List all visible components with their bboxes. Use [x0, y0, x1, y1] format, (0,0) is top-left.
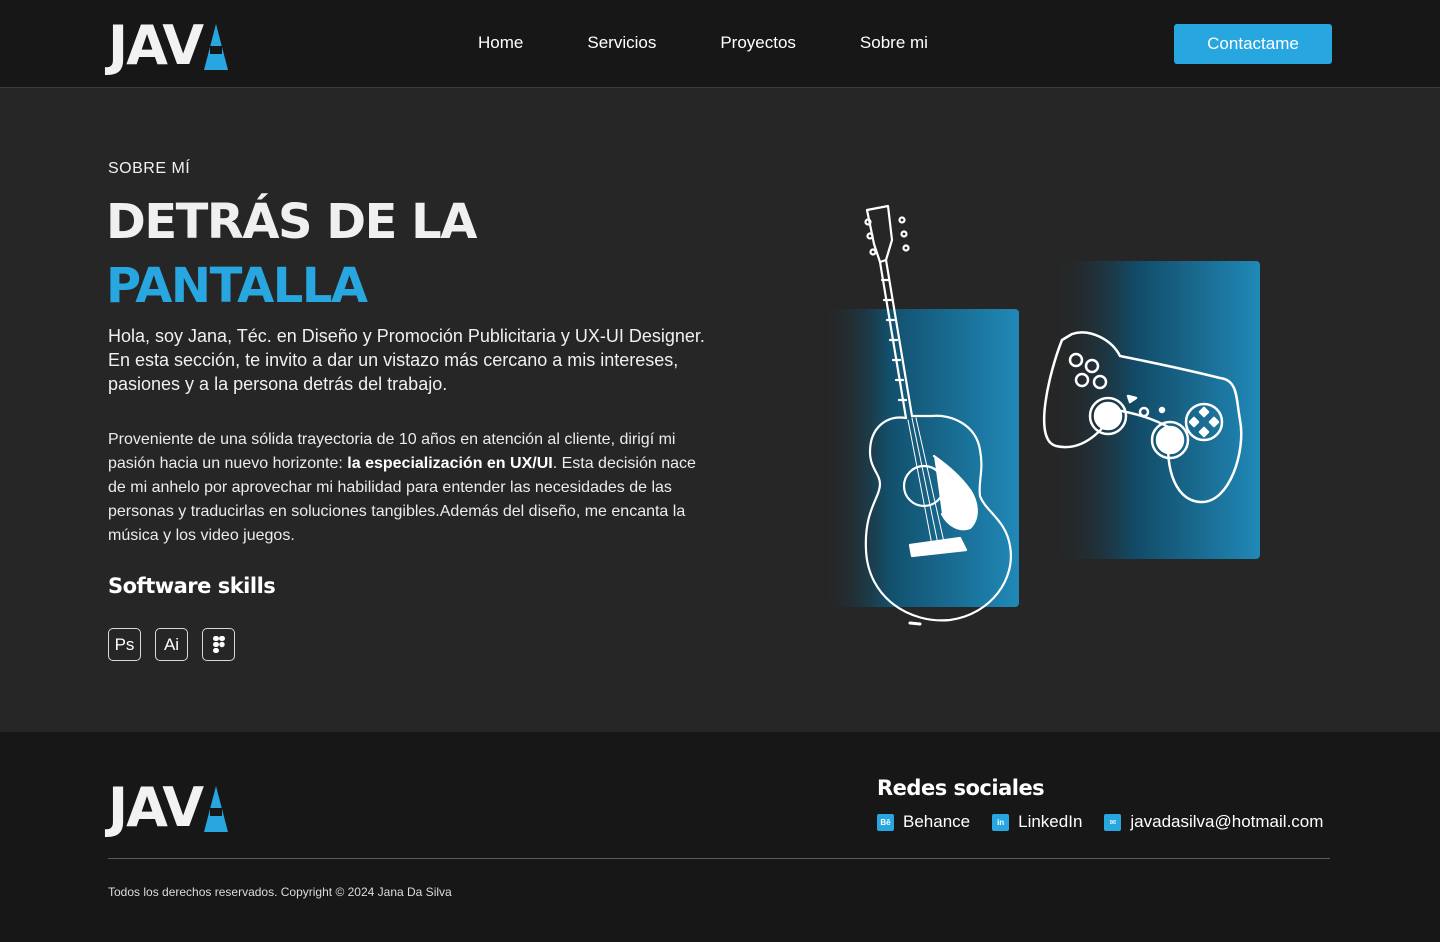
nav-item-servicios[interactable]: Servicios — [587, 33, 656, 53]
skills-title: Software skills — [108, 574, 276, 598]
social-link-linkedin[interactable]: in LinkedIn — [992, 812, 1082, 832]
photoshop-icon: Ps — [108, 628, 141, 661]
illustrator-icon: Ai — [155, 628, 188, 661]
footer-logo[interactable]: JAV — [108, 776, 229, 839]
linkedin-icon: in — [992, 813, 1010, 831]
nav-item-sobre-mi[interactable]: Sobre mi — [860, 33, 928, 53]
social-links: Bē Behance in LinkedIn ✉ javadasilva@hot… — [877, 812, 1323, 832]
social-label-behance: Behance — [903, 812, 971, 831]
social-link-behance[interactable]: Bē Behance — [877, 812, 970, 832]
contact-button[interactable]: Contactame — [1174, 24, 1332, 64]
nav-item-proyectos[interactable]: Proyectos — [720, 33, 796, 53]
site-header: JAV Home Servicios Proyectos Sobre mi Co… — [0, 0, 1440, 88]
main-nav: Home Servicios Proyectos Sobre mi — [478, 33, 928, 53]
social-label-email: javadasilva@hotmail.com — [1130, 812, 1324, 831]
logo-text: JAV — [108, 14, 204, 77]
skills-list: Ps Ai — [108, 628, 235, 661]
behance-icon: Bē — [877, 813, 894, 831]
hobbies-illustration — [820, 200, 1280, 630]
figma-icon — [202, 628, 235, 661]
page-title-line2: PANTALLA — [106, 258, 368, 314]
social-link-email[interactable]: ✉ javadasilva@hotmail.com — [1104, 812, 1323, 832]
social-title: Redes sociales — [877, 776, 1045, 800]
copyright-text: Todos los derechos reservados. Copyright… — [108, 885, 452, 899]
body-paragraph: Proveniente de una sólida trayectoria de… — [108, 428, 708, 548]
footer-divider — [108, 858, 1330, 859]
site-footer: JAV Redes sociales Bē Behance in LinkedI… — [0, 732, 1440, 942]
section-eyebrow: SOBRE MÍ — [108, 160, 191, 177]
logo-triangle-icon — [204, 24, 229, 70]
nav-item-home[interactable]: Home — [478, 33, 523, 53]
page-title-line1: DETRÁS DE LA — [106, 194, 477, 250]
mail-icon: ✉ — [1104, 813, 1122, 831]
social-label-linkedin: LinkedIn — [1018, 812, 1083, 831]
body-text-highlight: la especialización en UX/UI — [347, 455, 553, 472]
intro-paragraph: Hola, soy Jana, Téc. en Diseño y Promoci… — [108, 326, 705, 394]
header-logo[interactable]: JAV — [108, 14, 229, 77]
footer-logo-triangle-icon — [204, 786, 229, 832]
footer-logo-text: JAV — [108, 776, 204, 839]
